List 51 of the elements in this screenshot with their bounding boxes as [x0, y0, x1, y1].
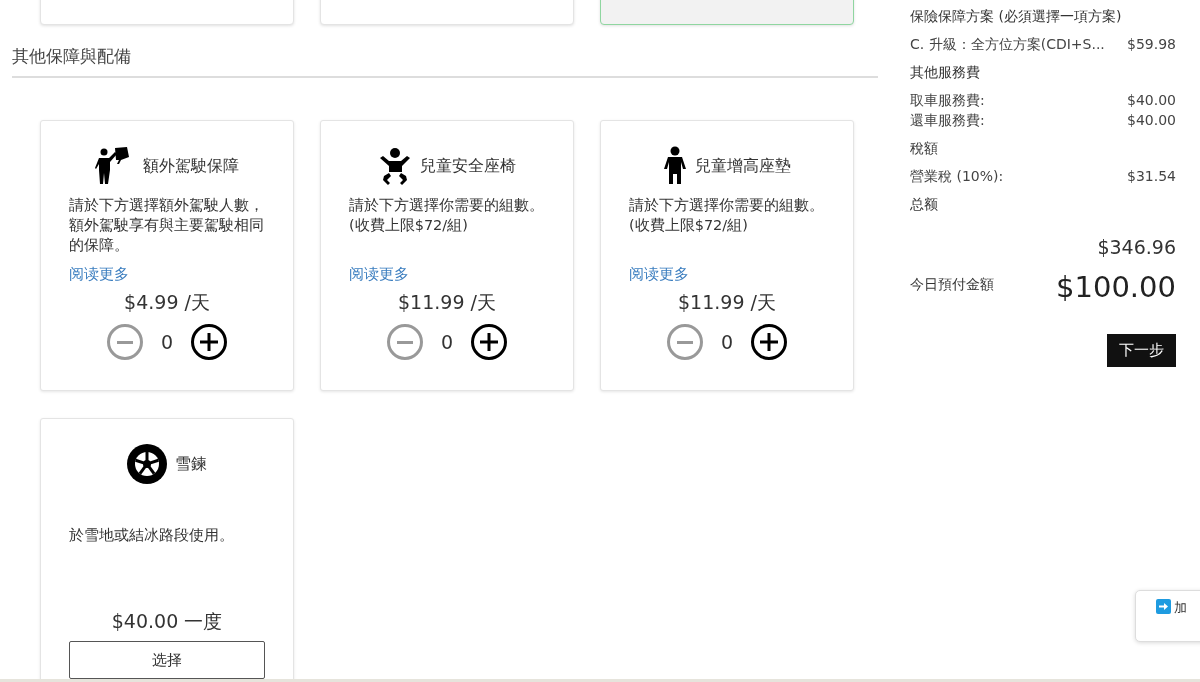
summary-heading: 其他服務費 [910, 64, 981, 82]
extra-description: 請於下方選擇你需要的組數。 (收費上限$72/組) [349, 196, 545, 235]
total-amount: $346.96 [1096, 236, 1176, 258]
minus-icon [116, 340, 133, 344]
summary-amount: $31.54 [1127, 168, 1176, 186]
quantity-value: 0 [440, 331, 454, 353]
extra-title: 兒童安全座椅 [420, 155, 516, 177]
plus-icon [200, 333, 219, 351]
widget-label: 加 [1174, 599, 1187, 617]
extra-price: $11.99 /天 [397, 290, 497, 315]
summary-label: 營業稅 (10%): [910, 168, 1004, 186]
summary-heading: 总额 [910, 196, 939, 214]
extra-description: 請於下方選擇額外駕駛人數，額外駕駛享有與主要駕駛相同的保障。 [69, 196, 265, 255]
quantity-value: 0 [160, 331, 174, 353]
summary-label: C. 升級：全方位方案(CDI+S... [910, 36, 1105, 54]
extra-title: 兒童增高座墊 [695, 155, 791, 177]
extra-price: $40.00 一度 [110, 609, 224, 634]
summary-heading: 稅額 [910, 140, 939, 158]
summary-heading: 保險保障方案 (必須選擇一項方案) [910, 8, 1123, 26]
increase-button[interactable] [191, 324, 228, 360]
next-button[interactable]: 下一步 [1107, 334, 1176, 367]
read-more-link[interactable]: 阅读更多 [629, 265, 689, 284]
read-more-link[interactable]: 阅读更多 [69, 265, 129, 284]
extra-title: 雪鍊 [175, 453, 207, 475]
summary-amount: $59.98 [1127, 36, 1176, 54]
plus-icon [760, 333, 779, 351]
extra-description: 請於下方選擇你需要的組數。 (收費上限$72/組) [629, 196, 825, 235]
minus-icon [676, 340, 693, 344]
increase-button[interactable] [471, 324, 508, 360]
minus-icon [396, 340, 413, 344]
due-today-label: 今日預付金額 [910, 276, 994, 294]
extra-price: $11.99 /天 [677, 290, 777, 315]
section-title: 其他保障與配備 [12, 45, 878, 78]
extra-title: 額外駕駛保障 [143, 155, 239, 177]
read-more-link[interactable]: 阅读更多 [349, 265, 409, 284]
plus-icon [480, 333, 499, 351]
quantity-value: 0 [720, 331, 734, 353]
summary-label: 取車服務費: [910, 92, 985, 110]
extra-description: 於雪地或結冰路段使用。 [69, 526, 235, 545]
summary-label: 還車服務費: [910, 112, 985, 130]
baby-icon [378, 146, 412, 186]
increase-button[interactable] [751, 324, 788, 360]
floating-widget[interactable]: 加 [1135, 590, 1200, 642]
wheel-icon [127, 444, 167, 484]
summary-amount: $40.00 [1127, 92, 1176, 110]
extra-price: $4.99 /天 [123, 290, 211, 315]
child-icon [663, 146, 687, 186]
select-button[interactable]: 选择 [69, 641, 265, 679]
summary-amount: $40.00 [1127, 112, 1176, 130]
plan-card[interactable] [600, 0, 854, 25]
due-today-amount: $100.00 [1056, 270, 1176, 304]
